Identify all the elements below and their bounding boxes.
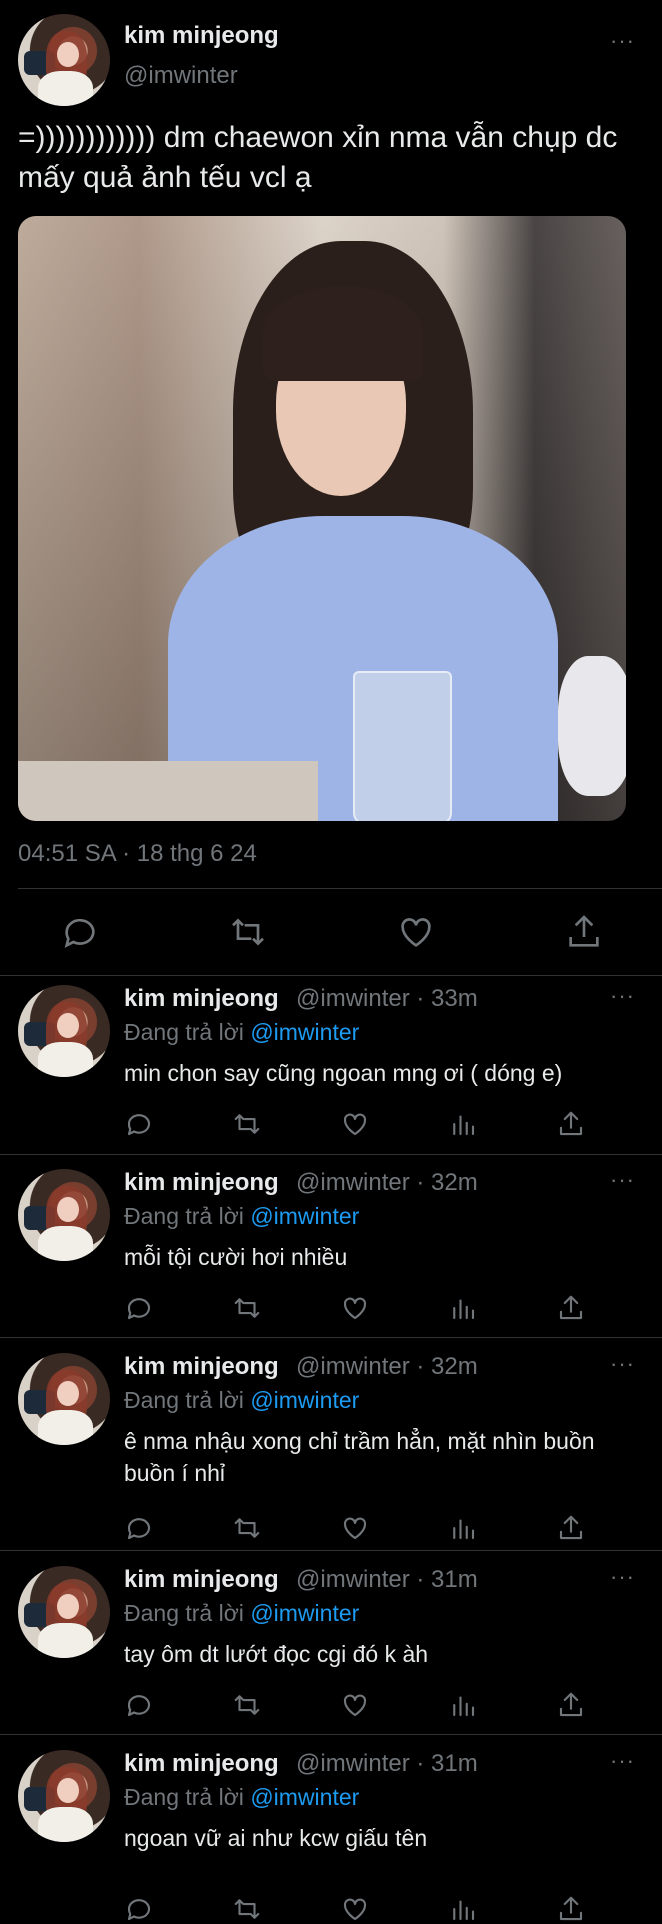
more-icon[interactable]: ··· bbox=[610, 28, 635, 54]
more-icon[interactable]: ··· bbox=[610, 1351, 635, 1377]
reply-author-name[interactable]: kim minjeong bbox=[124, 1353, 279, 1381]
reply-icon[interactable] bbox=[124, 1109, 154, 1139]
reply-icon[interactable] bbox=[60, 912, 100, 952]
mention-link[interactable]: @imwinter bbox=[250, 1387, 359, 1413]
more-icon[interactable]: ··· bbox=[610, 1564, 635, 1590]
reply-item[interactable]: kim minjeong @imwinter · 33m ··· Đang tr… bbox=[0, 983, 662, 1155]
replying-to: Đang trả lời @imwinter bbox=[124, 1784, 360, 1810]
reply-text: tay ôm dt lướt đọc cgi đó k àh bbox=[124, 1641, 429, 1667]
reply-icon[interactable] bbox=[124, 1690, 154, 1720]
mention-link[interactable]: @imwinter bbox=[250, 1600, 359, 1626]
replying-to: Đang trả lời @imwinter bbox=[124, 1203, 360, 1229]
share-icon[interactable] bbox=[556, 1293, 586, 1323]
avatar[interactable] bbox=[18, 985, 110, 1077]
avatar[interactable] bbox=[18, 1169, 110, 1261]
share-icon[interactable] bbox=[556, 1690, 586, 1720]
author-handle[interactable]: @imwinter bbox=[124, 62, 238, 90]
views-icon[interactable] bbox=[448, 1293, 478, 1323]
mention-link[interactable]: @imwinter bbox=[250, 1019, 359, 1045]
avatar[interactable] bbox=[18, 1566, 110, 1658]
retweet-icon[interactable] bbox=[232, 1293, 262, 1323]
author-name[interactable]: kim minjeong bbox=[124, 22, 279, 50]
avatar[interactable] bbox=[18, 1353, 110, 1445]
like-icon[interactable] bbox=[396, 912, 436, 952]
tweet-text: =)))))))))))) dm chaewon xỉn nma vẫn chụ… bbox=[18, 121, 618, 194]
reply-text: mỗi tội cười hơi nhiều bbox=[124, 1244, 348, 1270]
reply-text: min chon say cũng ngoan mng ơi ( dóng e) bbox=[124, 1060, 563, 1086]
more-icon[interactable]: ··· bbox=[610, 983, 635, 1009]
like-icon[interactable] bbox=[340, 1690, 370, 1720]
reply-author-handle[interactable]: @imwinter · 31m bbox=[296, 1566, 478, 1594]
views-icon[interactable] bbox=[448, 1109, 478, 1139]
like-icon[interactable] bbox=[340, 1109, 370, 1139]
reply-item[interactable]: kim minjeong @imwinter · 31m ··· Đang tr… bbox=[0, 1748, 662, 1921]
reply-item[interactable]: kim minjeong @imwinter · 31m ··· Đang tr… bbox=[0, 1564, 662, 1717]
reply-author-handle[interactable]: @imwinter · 31m bbox=[296, 1750, 478, 1778]
mention-link[interactable]: @imwinter bbox=[250, 1203, 359, 1229]
reply-icon[interactable] bbox=[124, 1293, 154, 1323]
tweet-timestamp: 04:51 SA · 18 thg 6 24 bbox=[18, 840, 257, 867]
divider bbox=[0, 1337, 662, 1338]
reply-item[interactable]: kim minjeong @imwinter · 32m ··· Đang tr… bbox=[0, 1167, 662, 1320]
divider bbox=[0, 1550, 662, 1551]
retweet-icon[interactable] bbox=[232, 1513, 262, 1543]
replying-to: Đang trả lời @imwinter bbox=[124, 1019, 360, 1045]
reply-author-name[interactable]: kim minjeong bbox=[124, 1566, 279, 1594]
like-icon[interactable] bbox=[340, 1513, 370, 1543]
retweet-icon[interactable] bbox=[232, 1690, 262, 1720]
views-icon[interactable] bbox=[448, 1690, 478, 1720]
reply-text: ngoan vữ ai như kcw giấu tên bbox=[124, 1825, 428, 1851]
mention-link[interactable]: @imwinter bbox=[250, 1784, 359, 1810]
replying-to: Đang trả lời @imwinter bbox=[124, 1600, 360, 1626]
reply-author-handle[interactable]: @imwinter · 32m bbox=[296, 1169, 478, 1197]
reply-text: ê nma nhậu xong chỉ trầm hẳn, mặt nhìn b… bbox=[124, 1428, 595, 1486]
avatar[interactable] bbox=[18, 1750, 110, 1842]
avatar[interactable] bbox=[18, 14, 110, 106]
divider bbox=[18, 888, 662, 889]
divider bbox=[0, 1154, 662, 1155]
reply-item[interactable]: kim minjeong @imwinter · 32m ··· Đang tr… bbox=[0, 1351, 662, 1543]
views-icon[interactable] bbox=[448, 1513, 478, 1543]
reply-author-handle[interactable]: @imwinter · 33m bbox=[296, 985, 478, 1013]
share-icon[interactable] bbox=[564, 912, 604, 952]
reply-icon[interactable] bbox=[124, 1513, 154, 1543]
divider bbox=[0, 975, 662, 976]
divider bbox=[0, 1734, 662, 1735]
more-icon[interactable]: ··· bbox=[610, 1167, 635, 1193]
more-icon[interactable]: ··· bbox=[610, 1748, 635, 1774]
retweet-icon[interactable] bbox=[232, 1109, 262, 1139]
retweet-icon[interactable] bbox=[228, 912, 268, 952]
share-icon[interactable] bbox=[556, 1513, 586, 1543]
reply-author-handle[interactable]: @imwinter · 32m bbox=[296, 1353, 478, 1381]
reply-author-name[interactable]: kim minjeong bbox=[124, 1750, 279, 1778]
replying-to: Đang trả lời @imwinter bbox=[124, 1387, 360, 1413]
tweet-photo[interactable] bbox=[18, 216, 626, 821]
reply-author-name[interactable]: kim minjeong bbox=[124, 1169, 279, 1197]
share-icon[interactable] bbox=[556, 1109, 586, 1139]
like-icon[interactable] bbox=[340, 1293, 370, 1323]
reply-author-name[interactable]: kim minjeong bbox=[124, 985, 279, 1013]
